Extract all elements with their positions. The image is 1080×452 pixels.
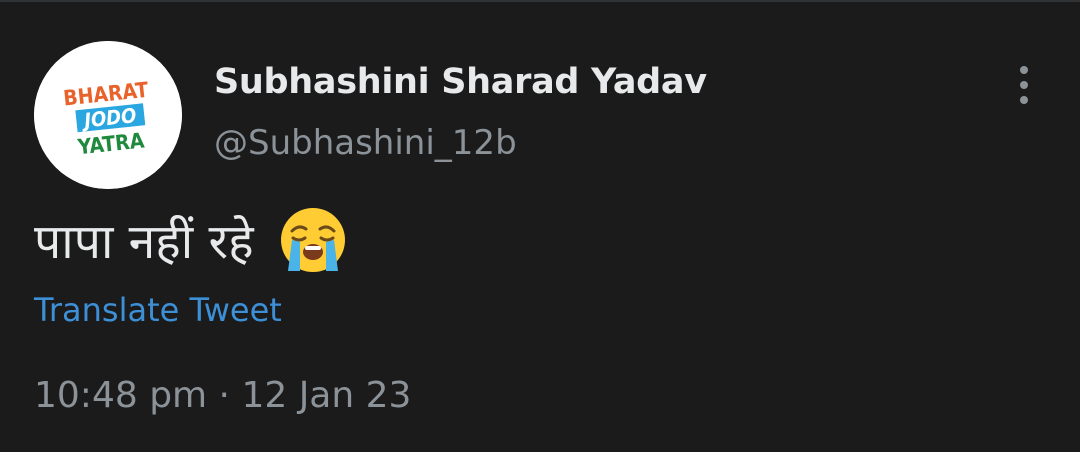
top-divider (0, 0, 1080, 2)
more-vertical-icon (1020, 66, 1028, 74)
avatar[interactable]: BHARAT JODO YATRA (34, 41, 182, 189)
tweet-text-body: पापा नहीं रहे (34, 213, 254, 270)
author-handle[interactable]: @Subhashini_12b (214, 123, 517, 163)
tweet-text: पापा नहीं रहे (34, 200, 348, 280)
author-display-name[interactable]: Subhashini Sharad Yadav (214, 62, 707, 102)
more-vertical-icon-dot (1020, 81, 1028, 89)
more-vertical-icon-dot (1020, 96, 1028, 104)
more-options-button[interactable] (1006, 64, 1042, 106)
bharat-jodo-yatra-logo-icon: BHARAT JODO YATRA (34, 41, 182, 189)
loudly-crying-face-icon (280, 208, 345, 272)
translate-tweet-link[interactable]: Translate Tweet (34, 291, 282, 329)
tweet-timestamp[interactable]: 10:48 pm · 12 Jan 23 (34, 375, 411, 416)
